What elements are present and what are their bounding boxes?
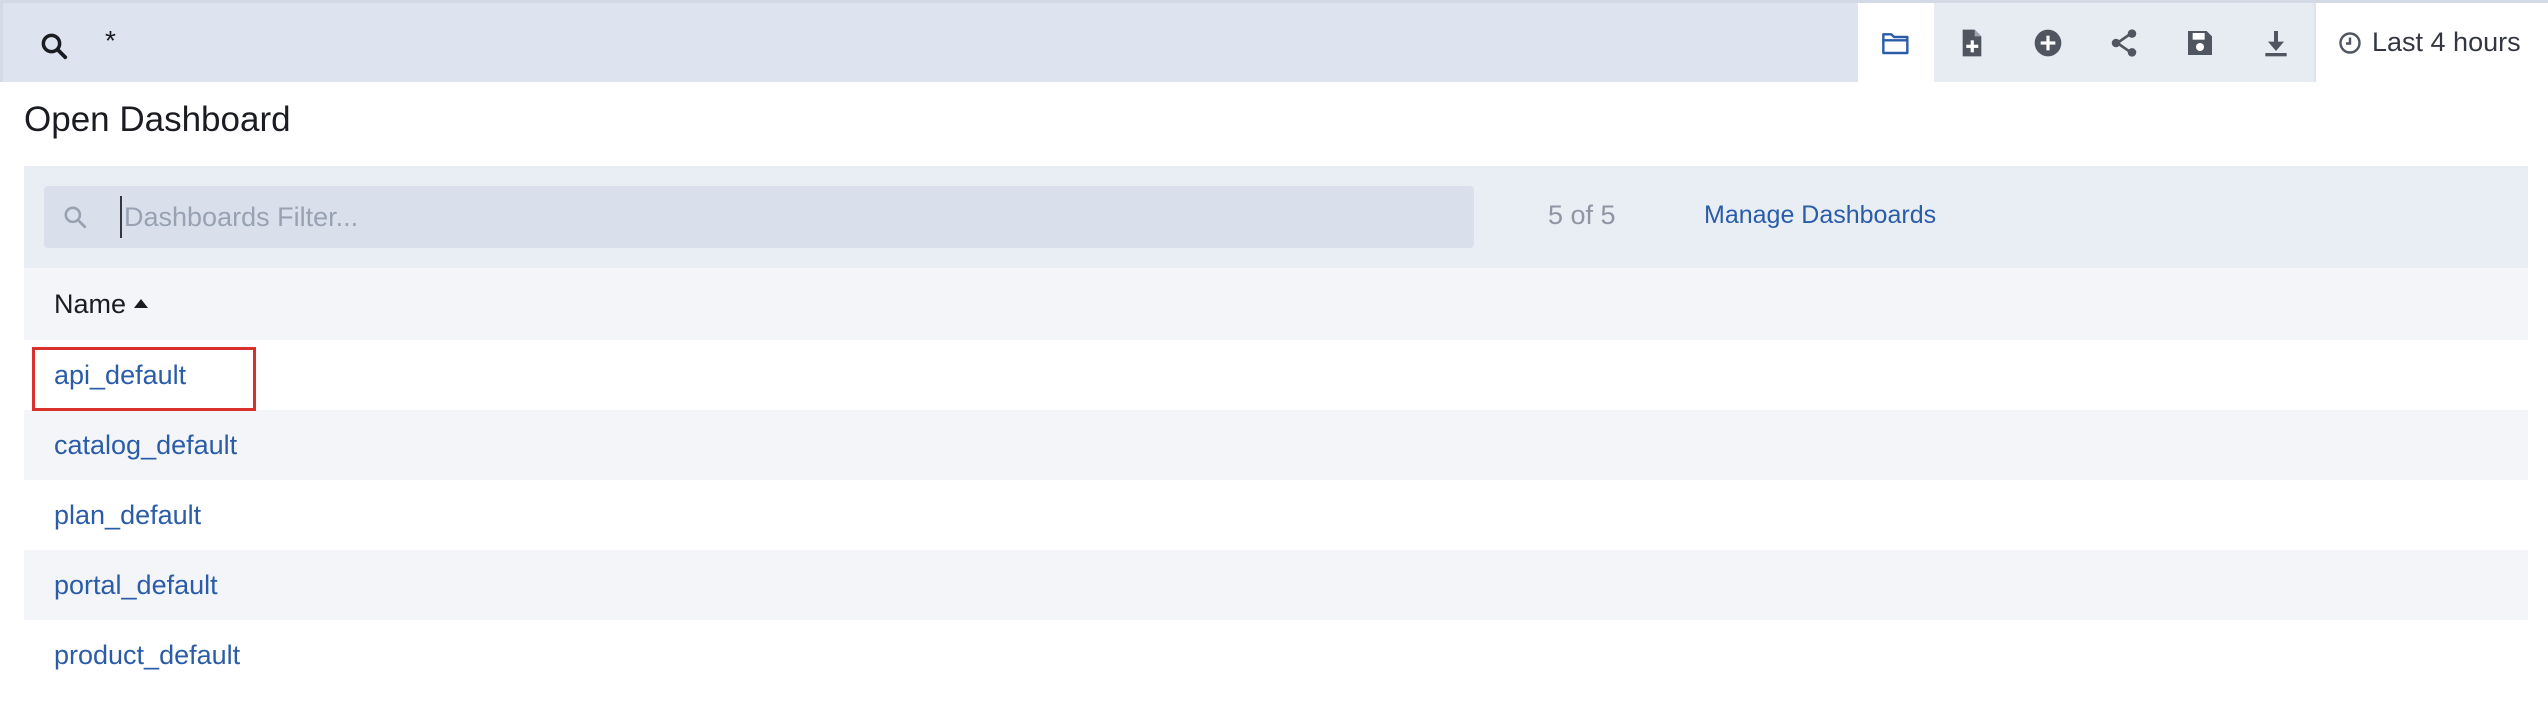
open-dashboard-button[interactable] [1858,3,1934,82]
query-input[interactable]: * [105,25,116,57]
download-button[interactable] [2238,3,2314,82]
dashboard-list: api_default catalog_default plan_default… [24,340,2528,690]
table-row: portal_default [24,550,2528,620]
panel-title: Open Dashboard [24,100,291,139]
save-button[interactable] [2162,3,2238,82]
search-icon[interactable] [39,31,69,61]
dashboard-link-portal-default[interactable]: portal_default [54,570,218,601]
share-button[interactable] [2086,3,2162,82]
dashboard-link-api-default[interactable]: api_default [54,360,186,391]
add-panel-button[interactable] [2010,3,2086,82]
table-row: plan_default [24,480,2528,550]
share-icon [2111,28,2137,57]
new-dashboard-button[interactable] [1934,3,2010,82]
dashboard-link-catalog-default[interactable]: catalog_default [54,430,237,461]
filter-field[interactable] [44,186,1474,248]
save-icon [2188,30,2212,55]
dashboard-toolbar [1858,3,2314,82]
name-column-header[interactable]: Name [24,268,2528,340]
download-icon [2265,30,2287,56]
folder-open-icon [1882,32,1909,54]
dashboard-link-product-default[interactable]: product_default [54,640,240,671]
filter-bar: 5 of 5 Manage Dashboards [24,166,2528,268]
clock-icon [2339,31,2361,54]
sort-ascending-icon [134,298,149,308]
dashboard-link-plan-default[interactable]: plan_default [54,500,201,531]
time-range-picker[interactable]: Last 4 hours [2316,3,2548,82]
table-row: product_default [24,620,2528,690]
table-row: api_default [24,340,2528,410]
search-icon [64,206,87,229]
plus-circle-icon [2034,29,2062,56]
new-document-icon [1962,29,1982,56]
table-row: catalog_default [24,410,2528,480]
result-count: 5 of 5 [1548,200,1616,230]
column-header-label: Name [54,288,127,319]
time-range-label: Last 4 hours [2372,27,2521,57]
manage-dashboards-link[interactable]: Manage Dashboards [1704,201,1936,230]
dashboards-filter-input[interactable] [120,196,1450,238]
